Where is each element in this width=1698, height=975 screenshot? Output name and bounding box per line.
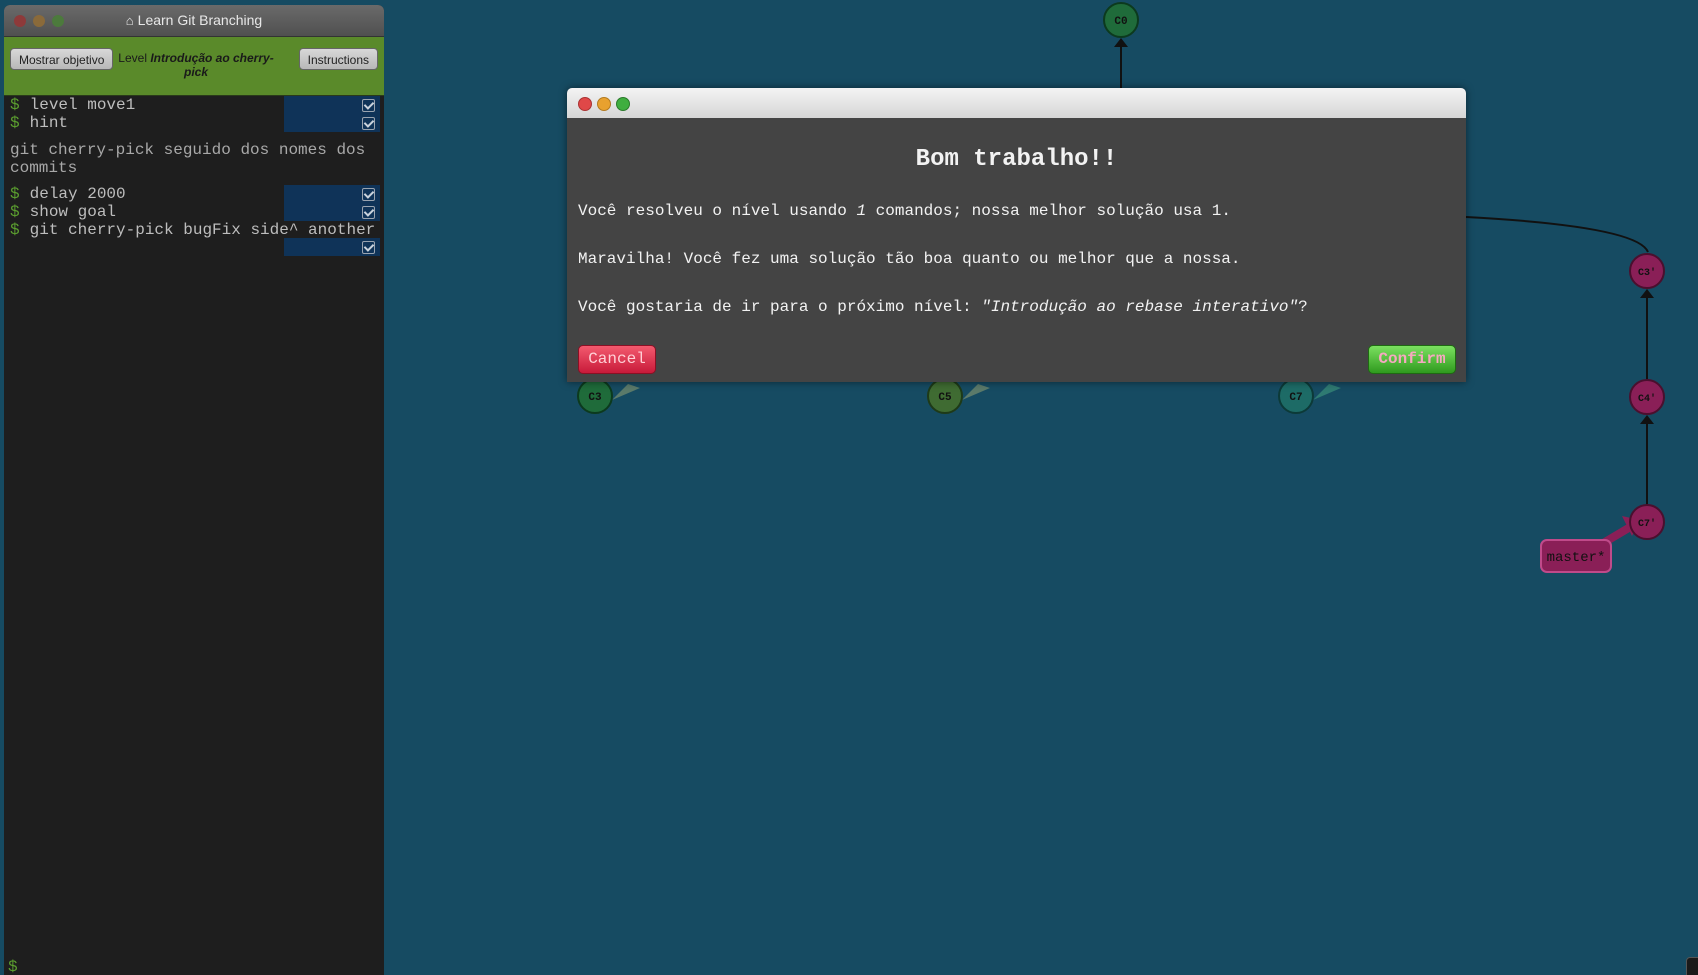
level-name: Introdução ao cherry-pick bbox=[150, 51, 274, 79]
commit-label: C4' bbox=[1638, 393, 1656, 405]
terminal-input-prompt[interactable]: $ bbox=[8, 958, 18, 975]
commit-label: C3 bbox=[588, 392, 602, 404]
commit-label: C5 bbox=[938, 392, 952, 404]
level-prefix: Level bbox=[118, 51, 147, 65]
branch-label: master* bbox=[1547, 550, 1606, 566]
next-level-name: "Introdução ao rebase interativo" bbox=[981, 298, 1299, 316]
praise-line: Maravilha! Você fez uma solução tão boa … bbox=[578, 250, 1241, 268]
terminal-titlebar: ⌂ Learn Git Branching bbox=[4, 5, 384, 37]
arrow-c7prime bbox=[1640, 415, 1654, 424]
hint-output: git cherry-pick seguido dos nomes dos co… bbox=[10, 141, 366, 177]
app-stage: C0 C3 C5 C7 C3' C4' C7' master* ⌂ Learn … bbox=[0, 0, 1698, 975]
command-count: 1 bbox=[856, 202, 867, 220]
terminal-window: ⌂ Learn Git Branching Mostrar objetivo Le… bbox=[4, 5, 384, 975]
commit-c7[interactable]: C7 bbox=[1278, 378, 1314, 414]
check-icon bbox=[362, 188, 375, 201]
result-line: Você resolveu o nível usando 1 comandos;… bbox=[578, 202, 1231, 220]
branch-arrow-c5 bbox=[962, 384, 990, 400]
branch-arrow-c7 bbox=[1313, 384, 1341, 400]
confirm-button[interactable]: Confirm bbox=[1368, 345, 1456, 374]
branch-master[interactable]: master* bbox=[1540, 539, 1612, 573]
maximize-dot-icon[interactable] bbox=[616, 97, 630, 111]
arrow-c0 bbox=[1114, 38, 1128, 47]
commit-label: C7 bbox=[1289, 392, 1302, 404]
dialog-titlebar bbox=[567, 88, 1466, 118]
branch-arrow-c3 bbox=[612, 384, 640, 400]
check-icon bbox=[362, 99, 375, 112]
command-line: $ delay 2000 bbox=[10, 185, 126, 203]
command-line: $ level move1 bbox=[10, 96, 136, 114]
commit-label: C3' bbox=[1638, 267, 1656, 279]
commit-c4prime[interactable]: C4' bbox=[1629, 379, 1665, 415]
show-goal-button[interactable]: Mostrar objetivo bbox=[10, 48, 114, 70]
terminal-title: ⌂ Learn Git Branching bbox=[4, 12, 384, 28]
app-title: Learn Git Branching bbox=[137, 12, 263, 28]
arrow-c4prime bbox=[1640, 289, 1654, 298]
commit-c0[interactable]: C0 bbox=[1103, 2, 1139, 38]
commit-label: C7' bbox=[1638, 518, 1656, 530]
check-icon bbox=[362, 117, 375, 130]
home-icon: ⌂ bbox=[125, 13, 134, 28]
commit-label: C0 bbox=[1114, 16, 1127, 28]
commit-c3prime[interactable]: C3' bbox=[1629, 253, 1665, 289]
instructions-button[interactable]: Instructions bbox=[298, 48, 378, 70]
cancel-button[interactable]: Cancel bbox=[578, 345, 656, 374]
check-icon bbox=[362, 206, 375, 219]
commit-c7prime[interactable]: C7' bbox=[1629, 504, 1665, 540]
resize-handle[interactable] bbox=[1686, 957, 1698, 975]
minimize-dot-icon[interactable] bbox=[597, 97, 611, 111]
commit-c3[interactable]: C3 bbox=[577, 378, 613, 414]
next-level-line: Você gostaria de ir para o próximo nível… bbox=[578, 298, 1308, 316]
command-line: $ hint bbox=[10, 114, 69, 132]
level-toolbar: Mostrar objetivo Level Introdução ao che… bbox=[4, 37, 384, 96]
check-icon bbox=[362, 241, 375, 254]
commit-c5[interactable]: C5 bbox=[927, 378, 963, 414]
level-indicator: Level Introdução ao cherry-pick bbox=[116, 51, 276, 79]
command-line: $ git cherry-pick bugFix side^ another bbox=[10, 221, 376, 239]
command-line: $ show goal bbox=[10, 203, 117, 221]
edge-c3prime bbox=[1465, 216, 1649, 253]
master-branch-arrow bbox=[1601, 522, 1636, 546]
dialog-title: Bom trabalho!! bbox=[915, 146, 1118, 173]
level-complete-dialog: Bom trabalho!! Você resolveu o nível usa… bbox=[567, 88, 1466, 382]
close-dot-icon[interactable] bbox=[578, 97, 592, 111]
